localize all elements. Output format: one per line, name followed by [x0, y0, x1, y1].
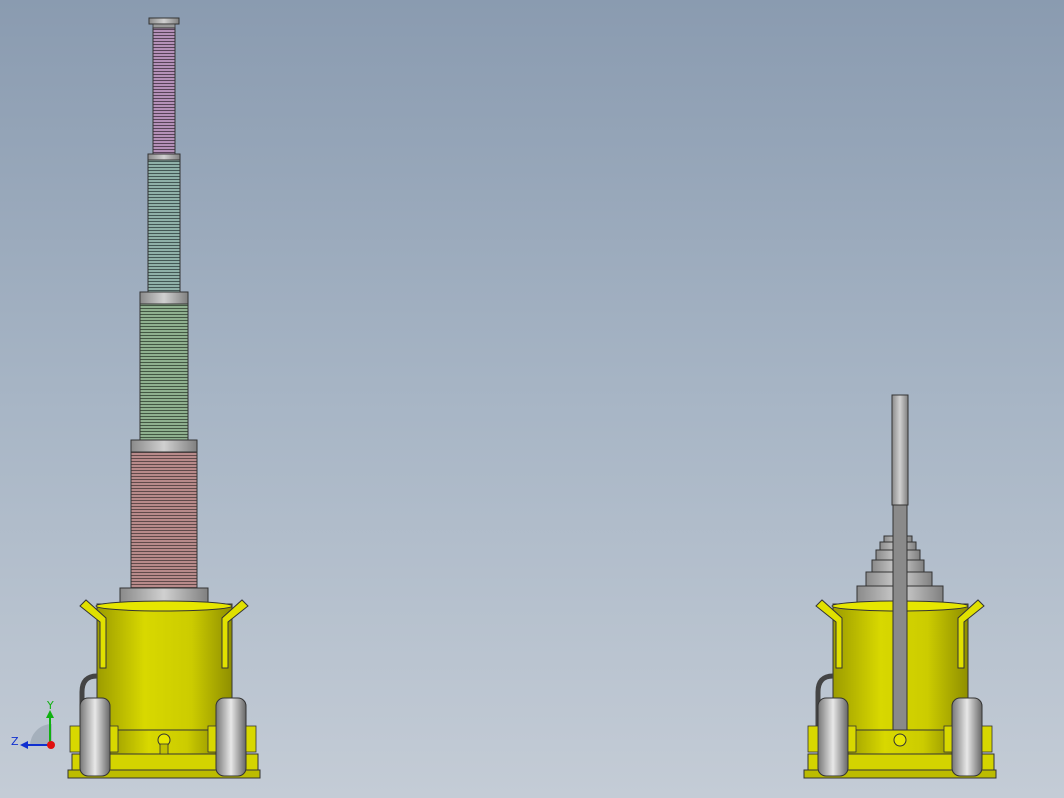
telescopic-stage-2[interactable] — [139, 303, 189, 441]
origin-marker — [47, 741, 55, 749]
telescopic-stage-3[interactable] — [147, 159, 181, 293]
y-axis-label: Y — [46, 699, 54, 712]
jack-body[interactable] — [95, 600, 233, 731]
z-axis-label: Z — [11, 735, 19, 748]
stage-collar-3[interactable] — [139, 291, 189, 305]
stage-collar-4[interactable] — [147, 153, 181, 161]
stage-collar-2[interactable] — [130, 439, 198, 453]
telescopic-stage-1[interactable] — [130, 451, 198, 589]
telescopic-stage-4[interactable] — [152, 27, 176, 155]
cad-graphics-viewport[interactable]: Y Z — [0, 0, 1064, 798]
view-orientation-triad: Y Z — [11, 699, 55, 749]
jack-top-cap[interactable] — [148, 17, 180, 29]
pump-handle[interactable] — [891, 394, 909, 734]
jack-extended-model[interactable] — [67, 17, 261, 779]
jack-retracted-model[interactable] — [803, 394, 997, 779]
